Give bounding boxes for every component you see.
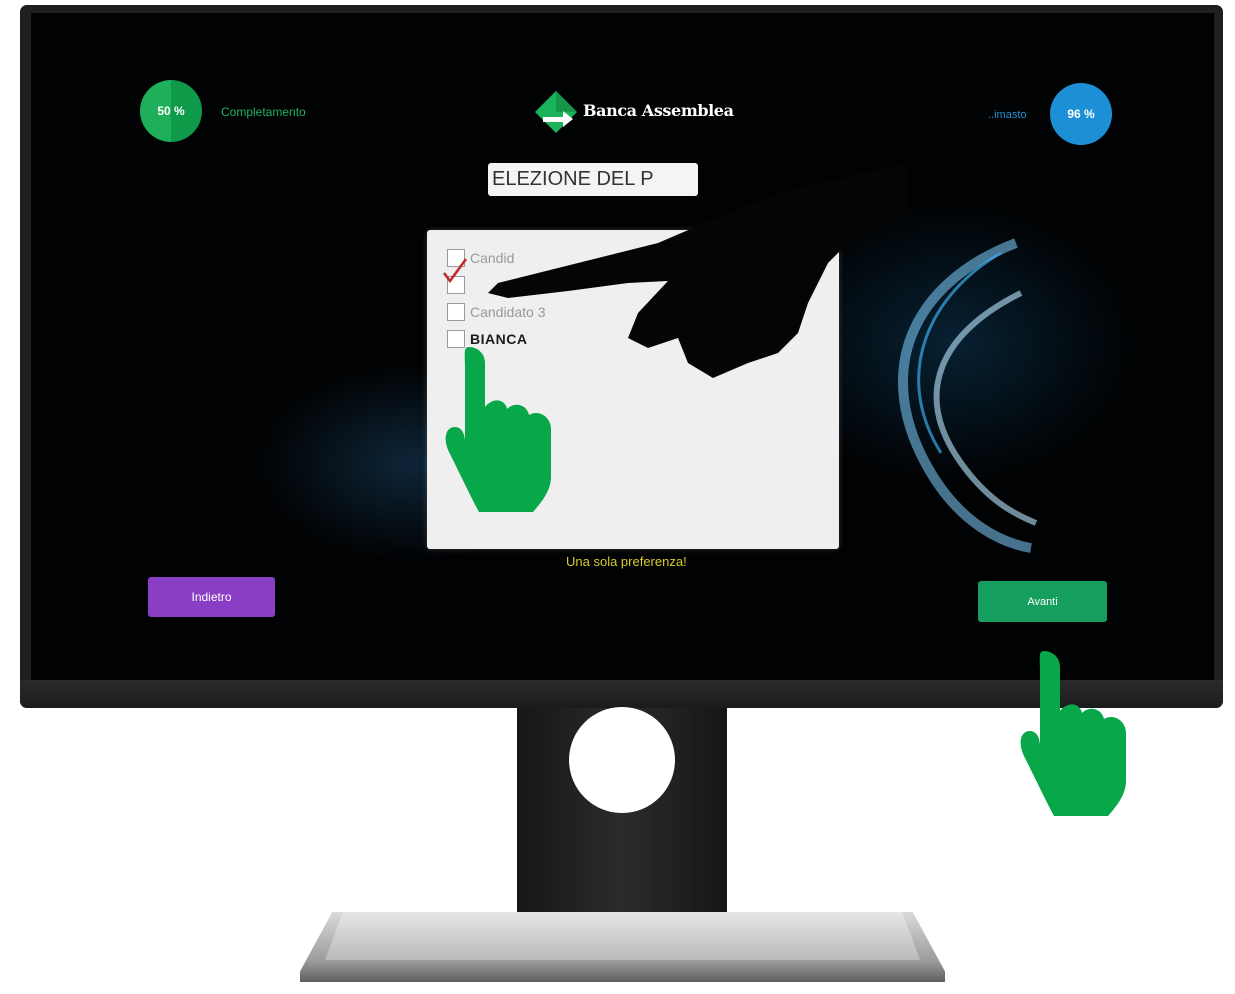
remaining-percent: 96 % — [1067, 107, 1095, 121]
candidate-checkbox[interactable] — [447, 303, 465, 321]
completion-percent: 50 % — [157, 104, 185, 118]
candidate-checkbox[interactable] — [447, 330, 465, 348]
pointing-hand-icon — [1020, 651, 1126, 816]
monitor-stand-hole — [569, 707, 675, 813]
instruction-text: Una sola preferenza! — [566, 554, 687, 569]
pointing-hand-icon — [445, 347, 551, 512]
voting-screen: 50 % Completamento Banca Assemblea ..ima… — [31, 13, 1214, 680]
checkmark-icon — [443, 258, 468, 283]
completion-label: Completamento — [221, 105, 306, 119]
brand-name: Banca Assemblea — [583, 101, 734, 120]
back-button[interactable]: Indietro — [148, 577, 275, 617]
monitor-stand-base-top — [325, 912, 920, 960]
next-button[interactable]: Avanti — [978, 581, 1107, 622]
diamond-arrow-logo — [535, 91, 577, 133]
completion-progress: 50 % — [140, 80, 202, 142]
remaining-progress: 96 % — [1050, 83, 1112, 145]
remaining-label: ..imasto — [988, 109, 1027, 121]
